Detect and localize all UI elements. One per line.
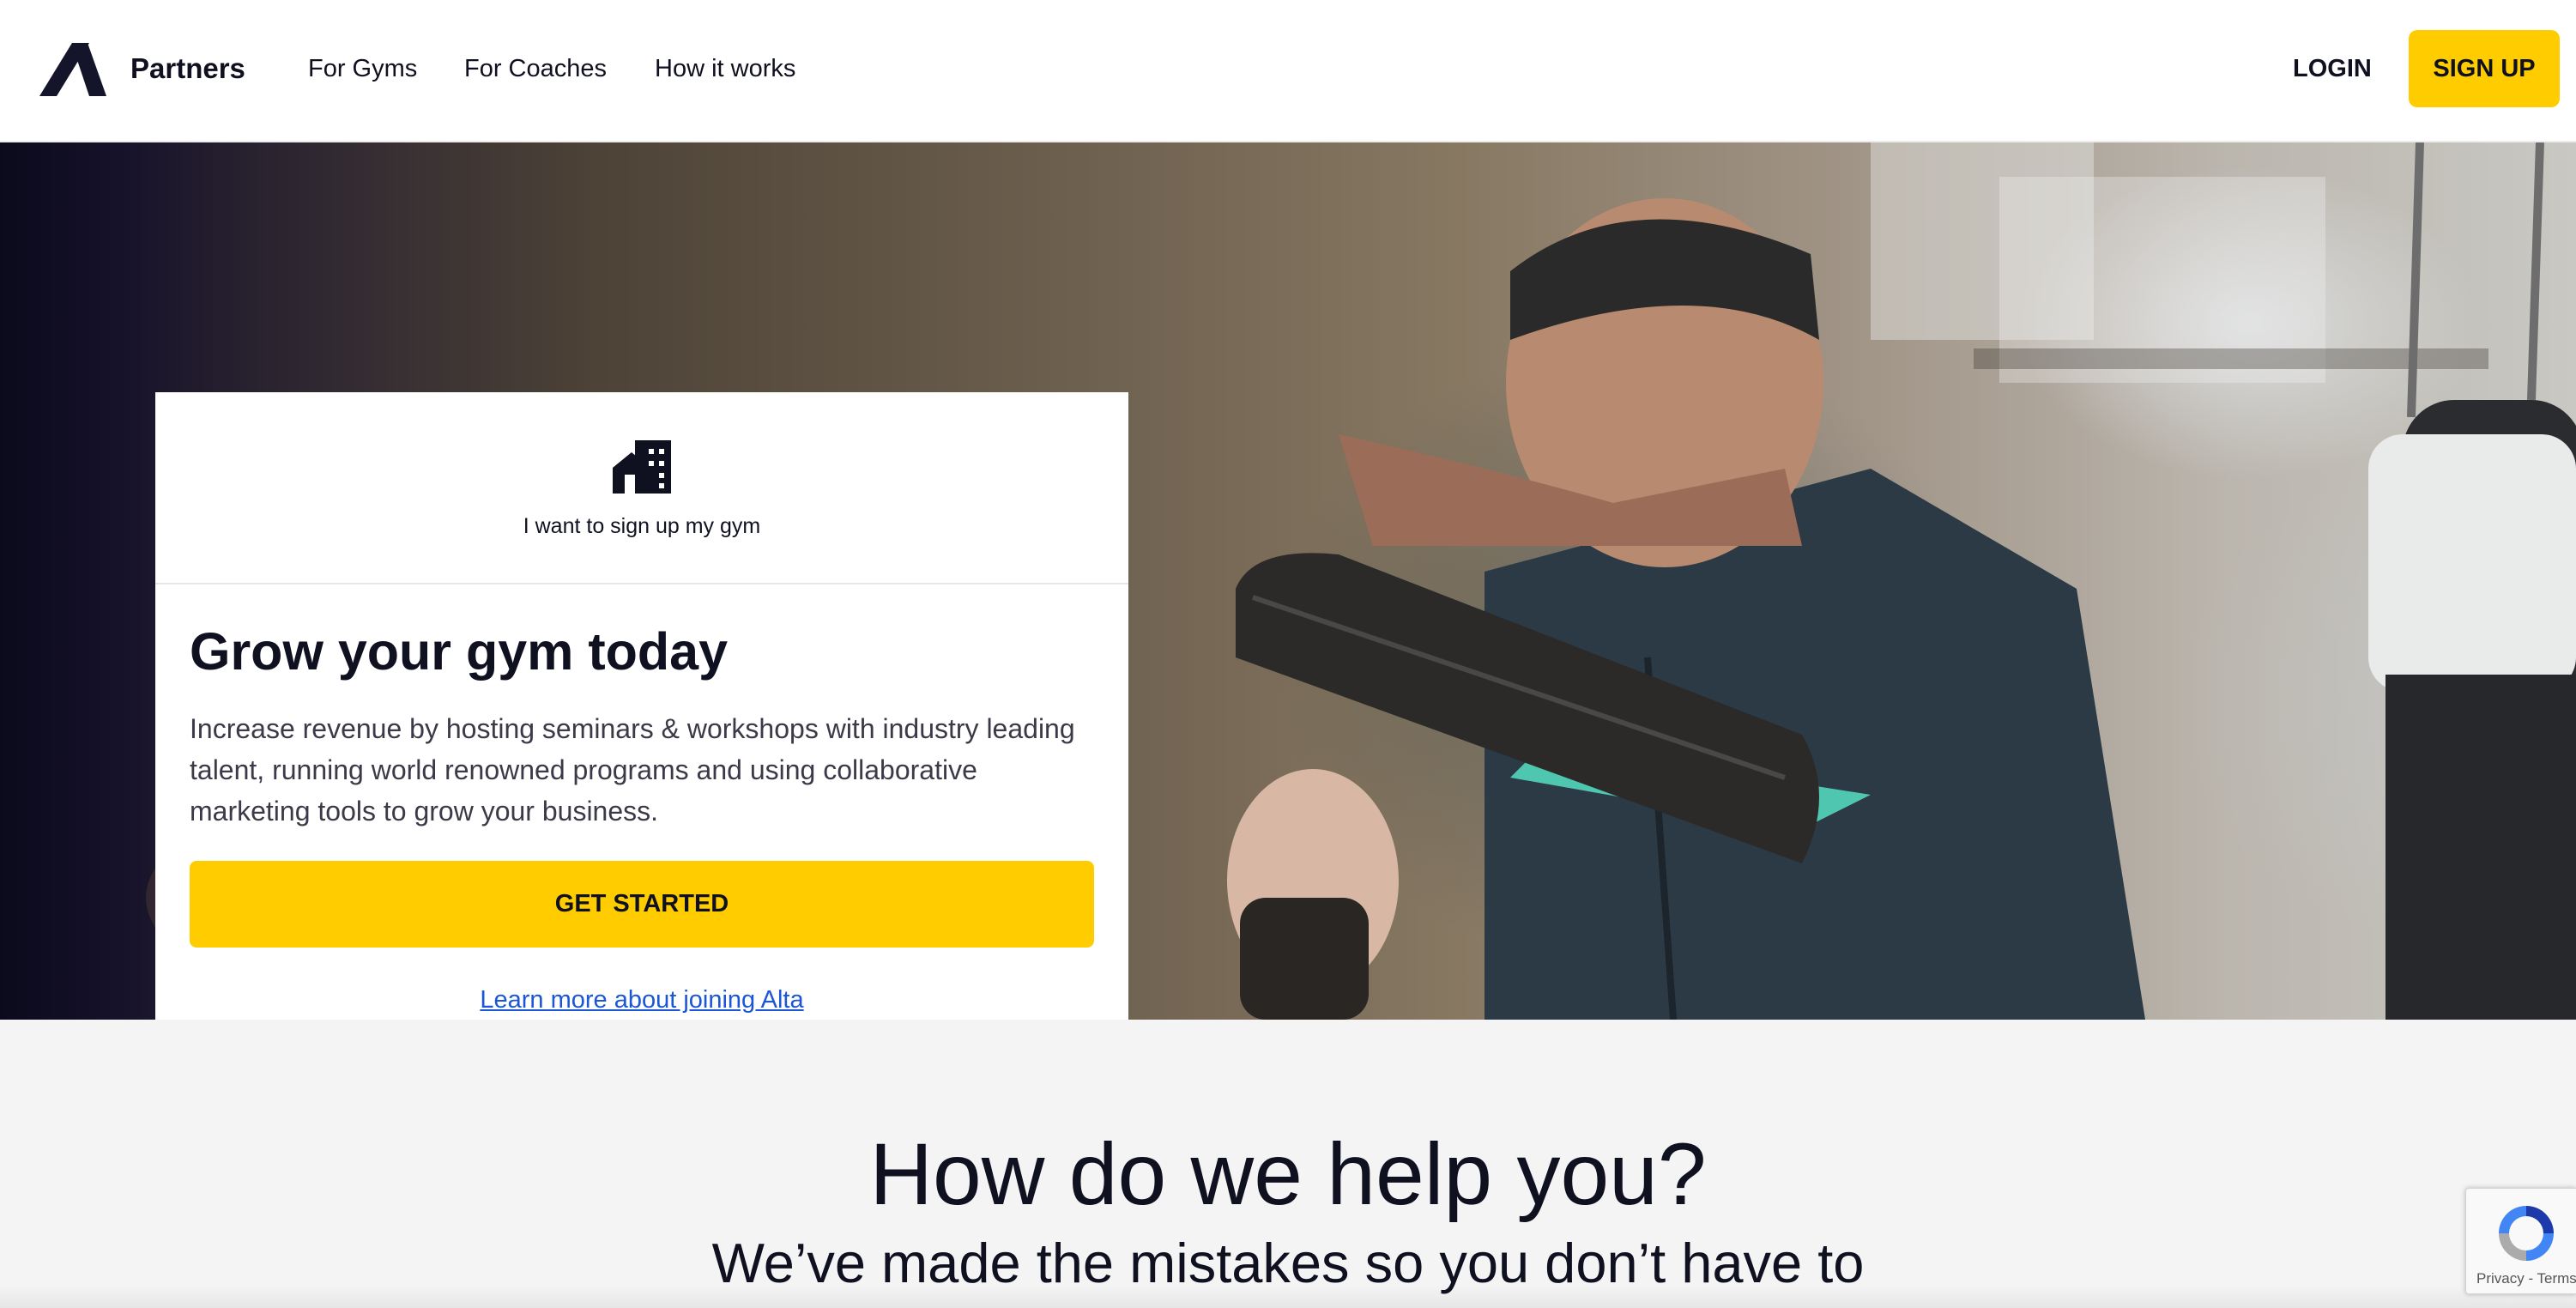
card-description: Increase revenue by hosting seminars & w…: [190, 713, 1075, 827]
gym-signup-card: I want to sign up my gym Grow your gym t…: [155, 392, 1128, 1020]
alta-logo-icon[interactable]: [39, 43, 106, 96]
nav-link-for-coaches[interactable]: For Coaches: [464, 50, 607, 88]
nav-link-for-gyms[interactable]: For Gyms: [308, 50, 417, 88]
building-icon: [613, 440, 671, 494]
how-we-help-section: How do we help you? We’ve made the mista…: [0, 1020, 2576, 1308]
bottom-shadow: [0, 1286, 2576, 1308]
site-header: Partners For Gyms For Coaches How it wor…: [0, 0, 2576, 142]
recaptcha-badge[interactable]: Privacy - Terms: [2465, 1188, 2576, 1294]
recaptcha-privacy-terms[interactable]: Privacy - Terms: [2476, 1269, 2576, 1288]
learn-more-link[interactable]: Learn more about joining Alta: [155, 983, 1128, 1017]
hero-banner: I want to sign up my gym Grow your gym t…: [0, 142, 2576, 1020]
signup-button[interactable]: SIGN UP: [2409, 30, 2560, 107]
get-started-button[interactable]: GET STARTED: [190, 861, 1094, 948]
card-title: Grow your gym today: [190, 622, 729, 681]
recaptcha-icon: [2499, 1206, 2554, 1261]
login-link[interactable]: LOGIN: [2293, 50, 2372, 88]
signup-type-label: I want to sign up my gym: [523, 514, 761, 538]
nav-link-how-it-works[interactable]: How it works: [655, 50, 795, 88]
signup-type-selector[interactable]: I want to sign up my gym: [155, 392, 1128, 584]
section-title: How do we help you?: [869, 1125, 1707, 1223]
brand-name[interactable]: Partners: [130, 50, 245, 88]
